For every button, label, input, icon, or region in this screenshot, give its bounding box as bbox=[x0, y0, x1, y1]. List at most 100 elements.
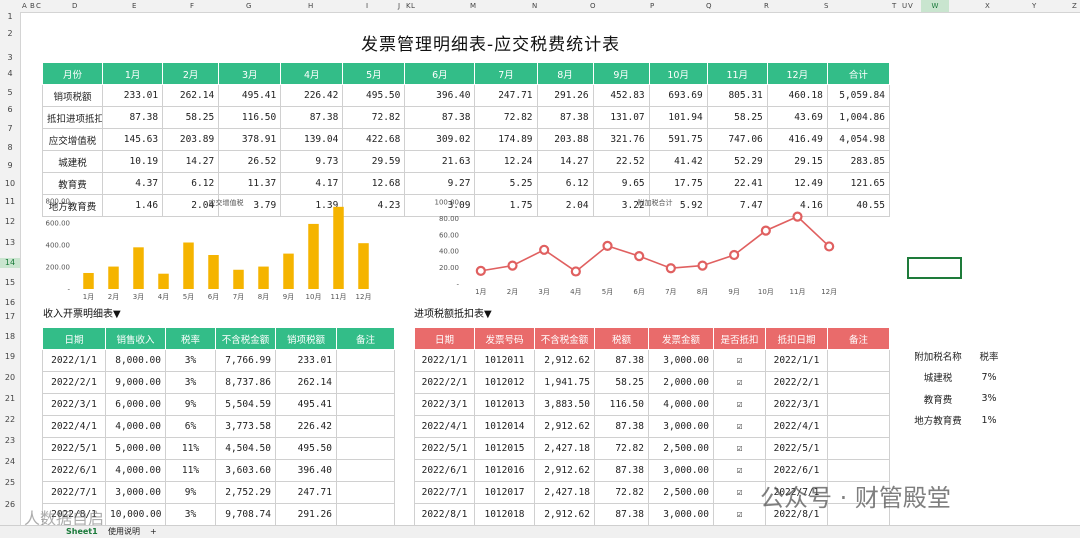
table-cell[interactable] bbox=[336, 503, 395, 526]
column-header-a[interactable]: A bbox=[22, 0, 27, 12]
table-cell[interactable]: 2022/6/1 bbox=[414, 459, 475, 482]
table-cell[interactable]: 495.50 bbox=[275, 437, 337, 460]
table-cell[interactable]: 10.19 bbox=[102, 150, 164, 173]
table-cell[interactable]: 460.18 bbox=[766, 84, 828, 107]
table-cell[interactable]: 591.75 bbox=[648, 128, 708, 151]
table-cell[interactable]: 10,000.00 bbox=[105, 503, 166, 526]
table-cell[interactable]: 11.37 bbox=[218, 172, 282, 195]
table-cell[interactable]: 9% bbox=[165, 481, 216, 504]
table-cell[interactable] bbox=[336, 349, 395, 372]
table-cell[interactable]: 72.82 bbox=[474, 106, 538, 129]
row-header-23[interactable]: 23 bbox=[0, 436, 20, 446]
table-cell[interactable]: 203.88 bbox=[536, 128, 594, 151]
input-header-cell[interactable]: 不含税金额 bbox=[534, 327, 595, 350]
surtax-rate[interactable]: 3% bbox=[971, 393, 1007, 404]
summary-header-cell[interactable]: 4月 bbox=[280, 62, 344, 85]
table-cell[interactable]: 8,000.00 bbox=[105, 349, 166, 372]
column-header-u[interactable]: U bbox=[902, 0, 907, 12]
table-cell[interactable]: 416.49 bbox=[766, 128, 828, 151]
table-cell[interactable]: 43.69 bbox=[766, 106, 828, 129]
row-header-3[interactable]: 3 bbox=[0, 53, 20, 63]
sheet-tab-sheet1[interactable]: Sheet1 bbox=[66, 526, 98, 538]
table-cell[interactable]: 116.50 bbox=[218, 106, 282, 129]
column-header-w[interactable]: W bbox=[921, 0, 949, 12]
input-header-cell[interactable]: 税额 bbox=[594, 327, 649, 350]
table-cell[interactable]: 9.27 bbox=[404, 172, 476, 195]
table-cell[interactable]: 87.38 bbox=[594, 459, 649, 482]
summary-header-cell[interactable]: 9月 bbox=[592, 62, 650, 85]
row-header-13[interactable]: 13 bbox=[0, 238, 20, 248]
column-header-y[interactable]: Y bbox=[1032, 0, 1036, 12]
table-cell[interactable]: 1012015 bbox=[474, 437, 535, 460]
table-cell[interactable]: 1012011 bbox=[474, 349, 535, 372]
table-cell[interactable]: 26.52 bbox=[218, 150, 282, 173]
summary-header-cell[interactable]: 5月 bbox=[342, 62, 406, 85]
table-cell[interactable]: 2022/3/1 bbox=[765, 393, 828, 416]
table-cell[interactable]: 262.14 bbox=[275, 371, 337, 394]
table-cell[interactable]: 2022/4/1 bbox=[42, 415, 106, 438]
table-cell[interactable]: 291.26 bbox=[275, 503, 337, 526]
column-header-q[interactable]: Q bbox=[706, 0, 712, 12]
column-header-b[interactable]: B bbox=[30, 0, 35, 12]
table-cell[interactable]: 3,000.00 bbox=[648, 503, 714, 526]
table-cell[interactable]: 131.07 bbox=[592, 106, 650, 129]
summary-header-cell[interactable]: 10月 bbox=[648, 62, 708, 85]
column-header-z[interactable]: Z bbox=[1072, 0, 1077, 12]
table-cell[interactable]: 2,752.29 bbox=[215, 481, 276, 504]
table-cell[interactable] bbox=[827, 393, 890, 416]
table-cell[interactable]: 139.04 bbox=[280, 128, 344, 151]
summary-header-cell[interactable]: 11月 bbox=[706, 62, 768, 85]
row-header-15[interactable]: 15 bbox=[0, 278, 20, 288]
table-cell[interactable]: 2022/1/1 bbox=[765, 349, 828, 372]
table-cell[interactable]: 693.69 bbox=[648, 84, 708, 107]
income-header-cell[interactable]: 不含税金额 bbox=[215, 327, 276, 350]
row-header-7[interactable]: 7 bbox=[0, 124, 20, 134]
table-cell[interactable]: 116.50 bbox=[594, 393, 649, 416]
input-header-cell[interactable]: 抵扣日期 bbox=[765, 327, 828, 350]
table-cell[interactable]: 5.25 bbox=[474, 172, 538, 195]
table-cell[interactable]: 2022/5/1 bbox=[42, 437, 106, 460]
table-cell[interactable]: 2022/3/1 bbox=[42, 393, 106, 416]
table-cell[interactable]: 495.41 bbox=[218, 84, 282, 107]
column-header-f[interactable]: F bbox=[190, 0, 194, 12]
column-header-m[interactable]: M bbox=[470, 0, 476, 12]
income-header-cell[interactable]: 销售收入 bbox=[105, 327, 166, 350]
column-header-i[interactable]: I bbox=[366, 0, 368, 12]
table-cell[interactable]: 3,773.58 bbox=[215, 415, 276, 438]
row-header-17[interactable]: 17 bbox=[0, 312, 20, 322]
table-cell[interactable]: 3,000.00 bbox=[648, 349, 714, 372]
table-cell[interactable]: 1012012 bbox=[474, 371, 535, 394]
table-cell[interactable]: 1012016 bbox=[474, 459, 535, 482]
table-cell[interactable]: 226.42 bbox=[280, 84, 344, 107]
row-header-19[interactable]: 19 bbox=[0, 352, 20, 362]
table-cell[interactable] bbox=[827, 415, 890, 438]
table-cell[interactable] bbox=[336, 393, 395, 416]
table-cell[interactable]: 29.59 bbox=[342, 150, 406, 173]
table-cell[interactable]: 6.12 bbox=[162, 172, 220, 195]
summary-header-cell[interactable]: 6月 bbox=[404, 62, 476, 85]
summary-header-cell[interactable]: 月份 bbox=[41, 62, 104, 85]
table-cell[interactable] bbox=[827, 349, 890, 372]
table-cell[interactable]: 3,603.60 bbox=[215, 459, 276, 482]
table-cell[interactable]: 2022/4/1 bbox=[414, 415, 475, 438]
table-cell[interactable]: 应交增值税 bbox=[41, 128, 104, 151]
row-header-20[interactable]: 20 bbox=[0, 373, 20, 383]
table-cell[interactable]: 3,000.00 bbox=[648, 459, 714, 482]
table-cell[interactable]: ☑ bbox=[713, 349, 766, 372]
table-cell[interactable]: 4,000.00 bbox=[648, 393, 714, 416]
input-header-cell[interactable]: 日期 bbox=[414, 327, 475, 350]
table-cell[interactable]: 1,941.75 bbox=[534, 371, 595, 394]
input-header-cell[interactable]: 发票金额 bbox=[648, 327, 714, 350]
table-cell[interactable]: 2022/5/1 bbox=[414, 437, 475, 460]
table-cell[interactable]: 2022/7/1 bbox=[42, 481, 106, 504]
table-cell[interactable]: 9% bbox=[165, 393, 216, 416]
table-cell[interactable]: 72.82 bbox=[594, 437, 649, 460]
table-cell[interactable]: 121.65 bbox=[826, 172, 891, 195]
table-cell[interactable]: 378.91 bbox=[218, 128, 282, 151]
table-cell[interactable]: 283.85 bbox=[826, 150, 891, 173]
table-cell[interactable]: 309.02 bbox=[404, 128, 476, 151]
table-cell[interactable]: 262.14 bbox=[162, 84, 220, 107]
table-cell[interactable] bbox=[827, 437, 890, 460]
row-header-10[interactable]: 10 bbox=[0, 179, 20, 189]
table-cell[interactable]: 4,000.00 bbox=[105, 459, 166, 482]
